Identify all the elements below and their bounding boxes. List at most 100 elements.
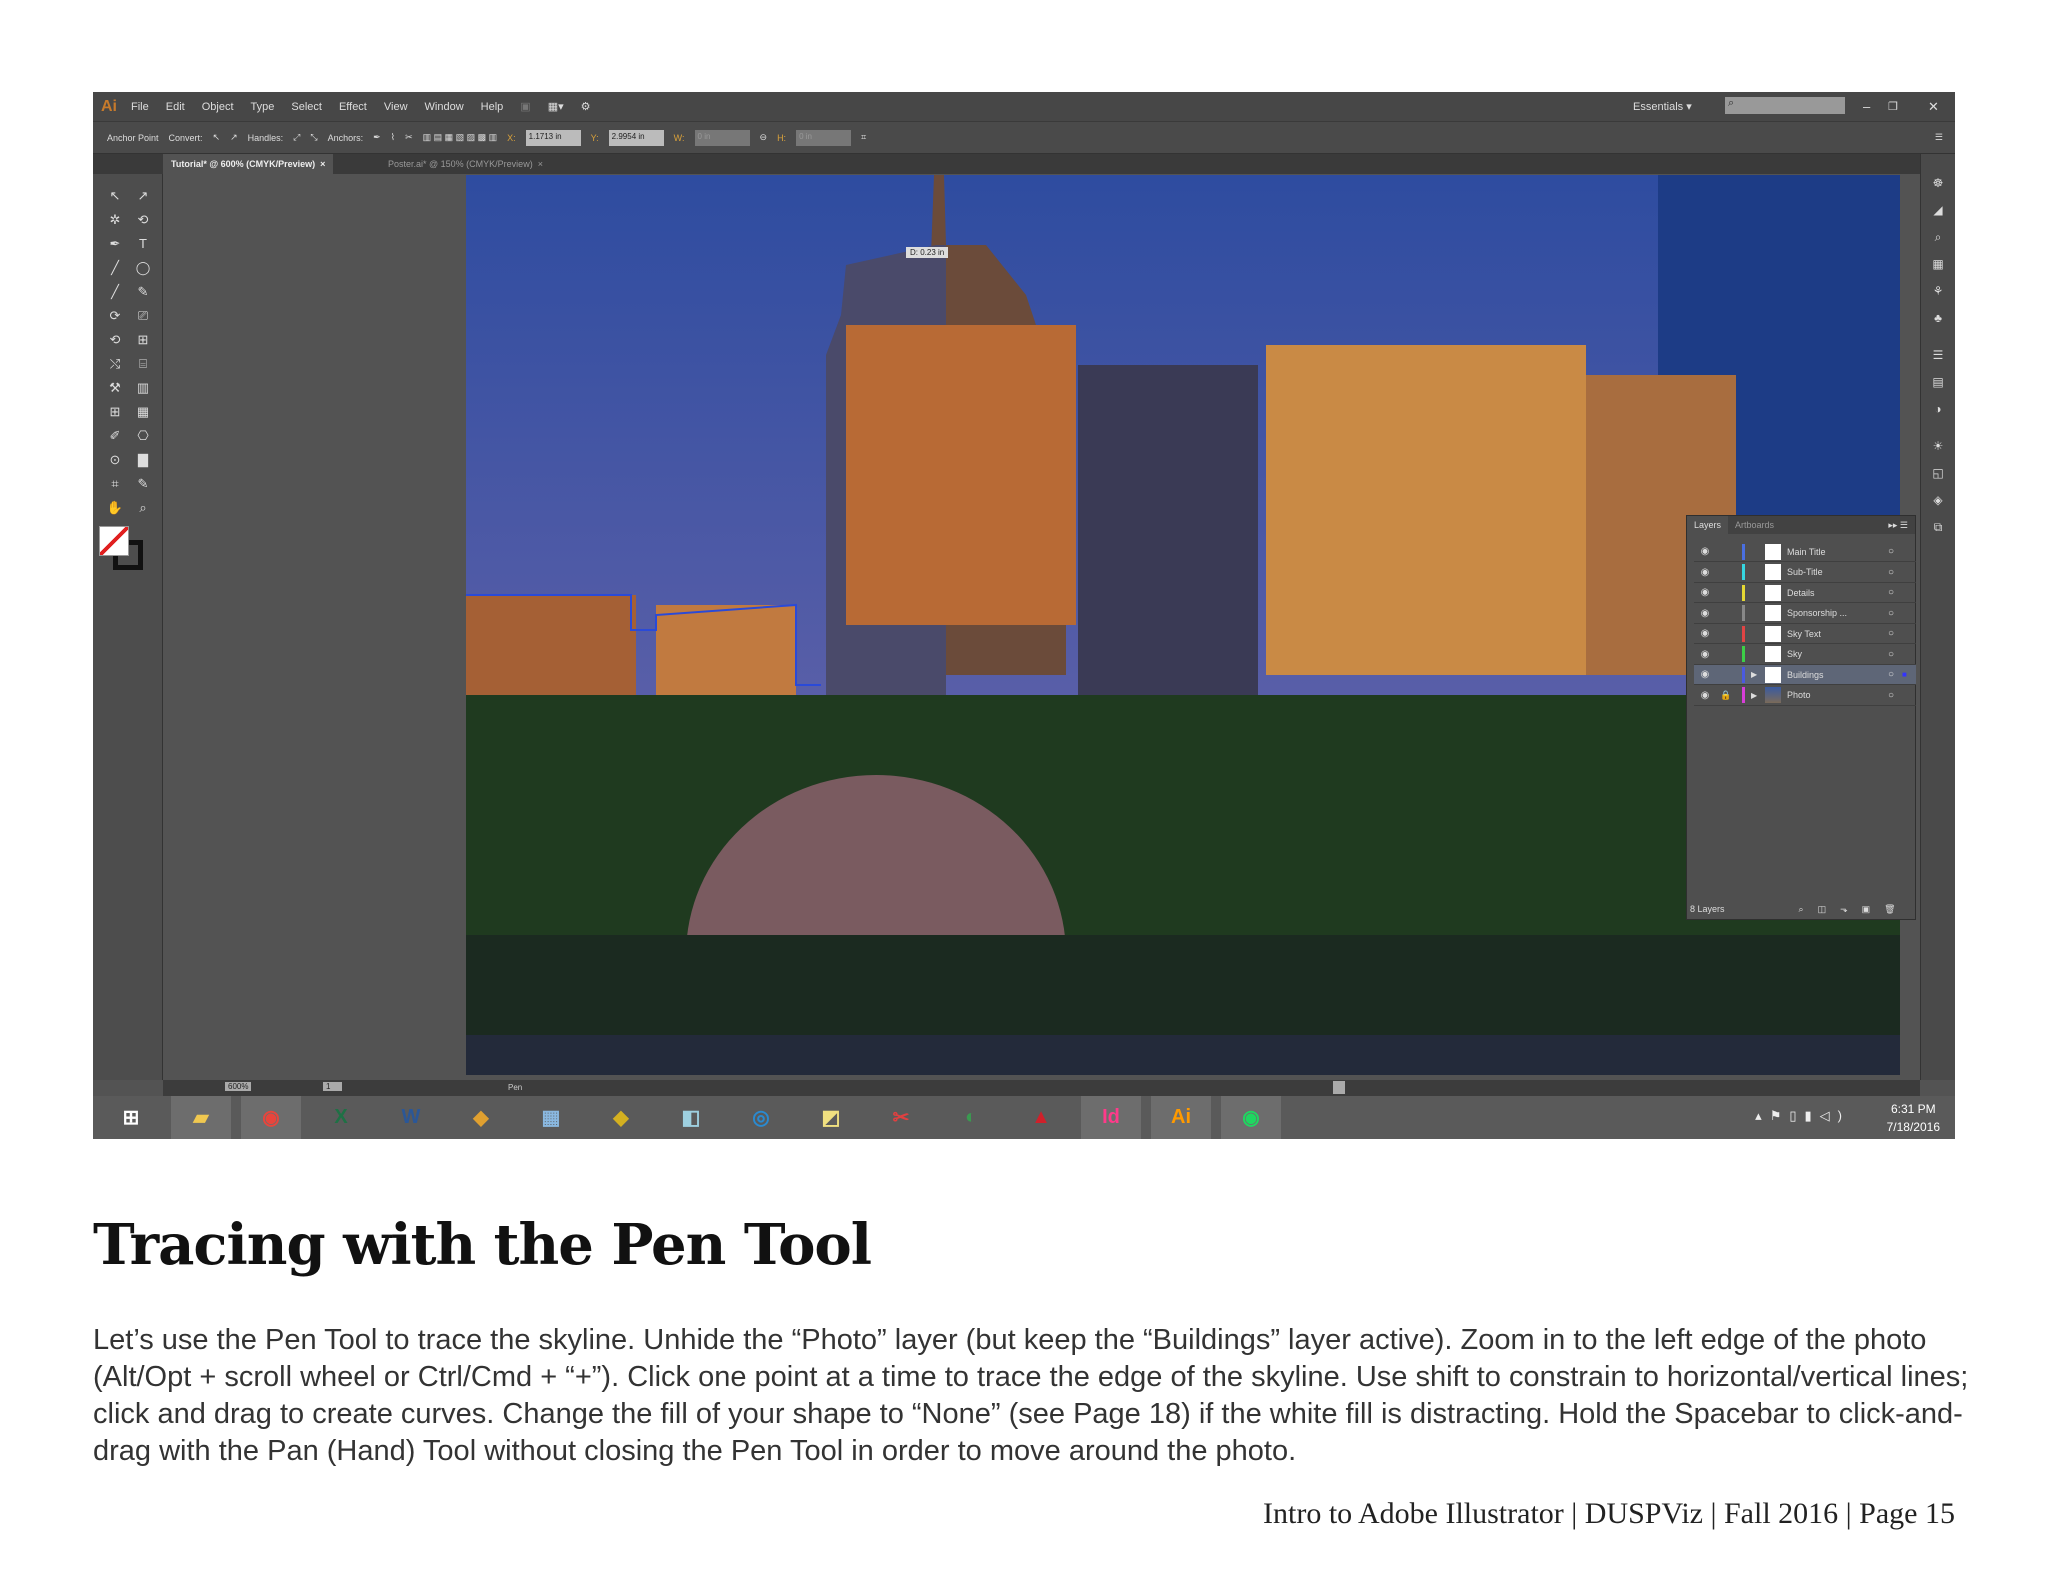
clock[interactable]: 6:31 PM 7/18/2016 (1887, 1100, 1940, 1136)
dock-panel-icon[interactable]: ◢ (1930, 203, 1946, 219)
arrange-documents-icon[interactable]: ▦▾ (548, 100, 564, 113)
visibility-eye-icon[interactable]: ◉ (1694, 587, 1716, 598)
taskbar-app-8-icon[interactable]: ◧ (661, 1096, 721, 1139)
x-field[interactable]: 1.1713 in (525, 129, 581, 146)
tool-icon[interactable]: ↗ (133, 186, 153, 206)
taskbar-windows-start-icon[interactable]: ⊞ (101, 1096, 161, 1139)
taskbar-excel-icon[interactable]: X (311, 1096, 371, 1139)
taskbar-chrome-icon[interactable]: ◉ (241, 1096, 301, 1139)
menu-effect[interactable]: Effect (339, 101, 367, 113)
taskbar-acrobat-icon[interactable]: ▲ (1011, 1096, 1071, 1139)
visibility-eye-icon[interactable]: ◉ (1694, 669, 1716, 680)
tool-icon[interactable]: ╱ (105, 258, 125, 278)
tool-icon[interactable]: ▥ (133, 378, 153, 398)
layer-row[interactable]: ◉ ▶ Buildings ○ ■ (1694, 665, 1916, 685)
dock-panel-icon[interactable]: ☸ (1930, 176, 1946, 192)
tab-close-icon[interactable]: × (538, 159, 543, 169)
dock-panel-icon[interactable]: ▤ (1930, 375, 1946, 391)
taskbar-file-explorer-icon[interactable]: ▰ (171, 1096, 231, 1139)
locate-object-icon[interactable]: ⌕ (1799, 904, 1804, 915)
layer-row[interactable]: ◉ Main Title ○ (1694, 542, 1916, 562)
tool-icon[interactable]: ⊞ (133, 330, 153, 350)
tab-artboards[interactable]: Artboards (1728, 520, 1781, 530)
convert-corner-icon[interactable]: ↖ (213, 132, 221, 143)
link-icon[interactable]: ⊖ (760, 132, 768, 143)
tool-icon[interactable]: ⊞ (105, 402, 125, 422)
layer-row[interactable]: ◉ Details ○ (1694, 583, 1916, 603)
tool-icon[interactable]: ⎔ (133, 426, 153, 446)
tab-layers[interactable]: Layers (1687, 516, 1729, 534)
artboard-field[interactable]: 1 (323, 1082, 343, 1091)
taskbar-app-5-icon[interactable]: ◆ (451, 1096, 511, 1139)
menu-object[interactable]: Object (202, 101, 234, 113)
taskbar-spotify-icon[interactable]: ◉ (1221, 1096, 1281, 1139)
dock-panel-icon[interactable]: ⚘ (1930, 284, 1946, 300)
panel-menu-icon[interactable]: ▸▸ ☰ (1881, 520, 1915, 531)
menu-window[interactable]: Window (425, 101, 464, 113)
taskbar-app-12-icon[interactable]: ◐ (941, 1096, 1001, 1139)
visibility-eye-icon[interactable]: ◉ (1694, 690, 1716, 701)
w-field[interactable]: 0 in (694, 129, 750, 146)
minimize-button[interactable]: – (1863, 99, 1870, 114)
tool-icon[interactable]: ⊙ (105, 450, 125, 470)
target-circle-icon[interactable]: ○ (1888, 567, 1902, 578)
panel-menu-icon[interactable]: ☰ (1935, 132, 1943, 143)
dock-panel-icon[interactable]: ◈ (1930, 493, 1946, 509)
selection-square-icon[interactable]: ■ (1902, 670, 1916, 679)
tool-icon[interactable]: ⌸ (133, 354, 153, 374)
close-button[interactable]: ✕ (1928, 99, 1939, 115)
workspace-switcher[interactable]: Essentials ▾ (1633, 100, 1692, 113)
clipping-mask-icon[interactable]: ◫ (1818, 904, 1827, 915)
fill-stroke-swatch[interactable] (99, 526, 147, 574)
tool-icon[interactable]: ✐ (105, 426, 125, 446)
tool-icon[interactable]: ⟲ (105, 330, 125, 350)
target-circle-icon[interactable]: ○ (1888, 587, 1902, 598)
tool-icon[interactable]: ✎ (133, 474, 153, 494)
hide-handles-icon[interactable]: ⤡ (310, 132, 317, 143)
tool-icon[interactable]: ↖ (105, 186, 125, 206)
visibility-eye-icon[interactable]: ◉ (1694, 567, 1716, 578)
zoom-field[interactable]: 600% (225, 1082, 252, 1091)
tool-icon[interactable]: ⌕ (133, 498, 153, 518)
tab-poster[interactable]: Poster.ai* @ 150% (CMYK/Preview) × (380, 154, 551, 174)
taskbar-word-icon[interactable]: W (381, 1096, 441, 1139)
taskbar-indesign-icon[interactable]: Id (1081, 1096, 1141, 1139)
remove-anchor-icon[interactable]: ✒ (373, 132, 381, 143)
dock-panel-icon[interactable]: ◑ (1930, 402, 1946, 418)
taskbar-illustrator-icon[interactable]: Ai (1151, 1096, 1211, 1139)
sync-icon[interactable]: ⚙ (581, 100, 591, 113)
new-sublayer-icon[interactable]: ⬎ (1840, 904, 1848, 915)
target-circle-icon[interactable]: ○ (1888, 669, 1902, 680)
lock-icon[interactable]: 🔒 (1716, 690, 1736, 701)
tab-close-icon[interactable]: × (320, 159, 325, 169)
y-field[interactable]: 2.9954 in (608, 129, 664, 146)
tab-tutorial[interactable]: Tutorial* @ 600% (CMYK/Preview) × (163, 154, 334, 174)
align-icons[interactable]: ▥ ▤ ▦ ▧ ▨ ▩ ▥ (423, 132, 498, 143)
isolate-icon[interactable]: ⌗ (861, 132, 866, 143)
taskbar-snipping-icon[interactable]: ✂ (871, 1096, 931, 1139)
tool-icon[interactable]: T (133, 234, 153, 254)
menu-view[interactable]: View (384, 101, 408, 113)
tool-icon[interactable]: ✲ (105, 210, 125, 230)
layer-row[interactable]: ◉ Sky Text ○ (1694, 624, 1916, 644)
target-circle-icon[interactable]: ○ (1888, 628, 1902, 639)
tool-icon[interactable]: ⌗ (105, 474, 125, 494)
tool-icon[interactable]: ⤭ (105, 354, 125, 374)
tool-icon[interactable]: ◯ (133, 258, 153, 278)
visibility-eye-icon[interactable]: ◉ (1694, 649, 1716, 660)
canvas-photo[interactable]: D: 0.23 in (466, 175, 1900, 1075)
dock-panel-icon[interactable]: ▦ (1930, 257, 1946, 273)
target-circle-icon[interactable]: ○ (1888, 649, 1902, 660)
tool-icon[interactable]: ⚒ (105, 378, 125, 398)
taskbar-app-7-icon[interactable]: ◆ (591, 1096, 651, 1139)
tool-icon[interactable]: ╱ (105, 282, 125, 302)
system-tray-icons[interactable]: ▴⚑▯▮◁) (1755, 1108, 1850, 1124)
target-circle-icon[interactable]: ○ (1888, 546, 1902, 557)
menu-select[interactable]: Select (291, 101, 322, 113)
cut-path-icon[interactable]: ✂ (405, 132, 413, 143)
menu-help[interactable]: Help (481, 101, 504, 113)
menu-type[interactable]: Type (251, 101, 275, 113)
layer-row[interactable]: ◉ 🔒 ▶ Photo ○ (1694, 686, 1916, 706)
bridge-icon[interactable]: ▣ (520, 100, 530, 113)
connect-icon[interactable]: ⌇ (391, 132, 395, 143)
